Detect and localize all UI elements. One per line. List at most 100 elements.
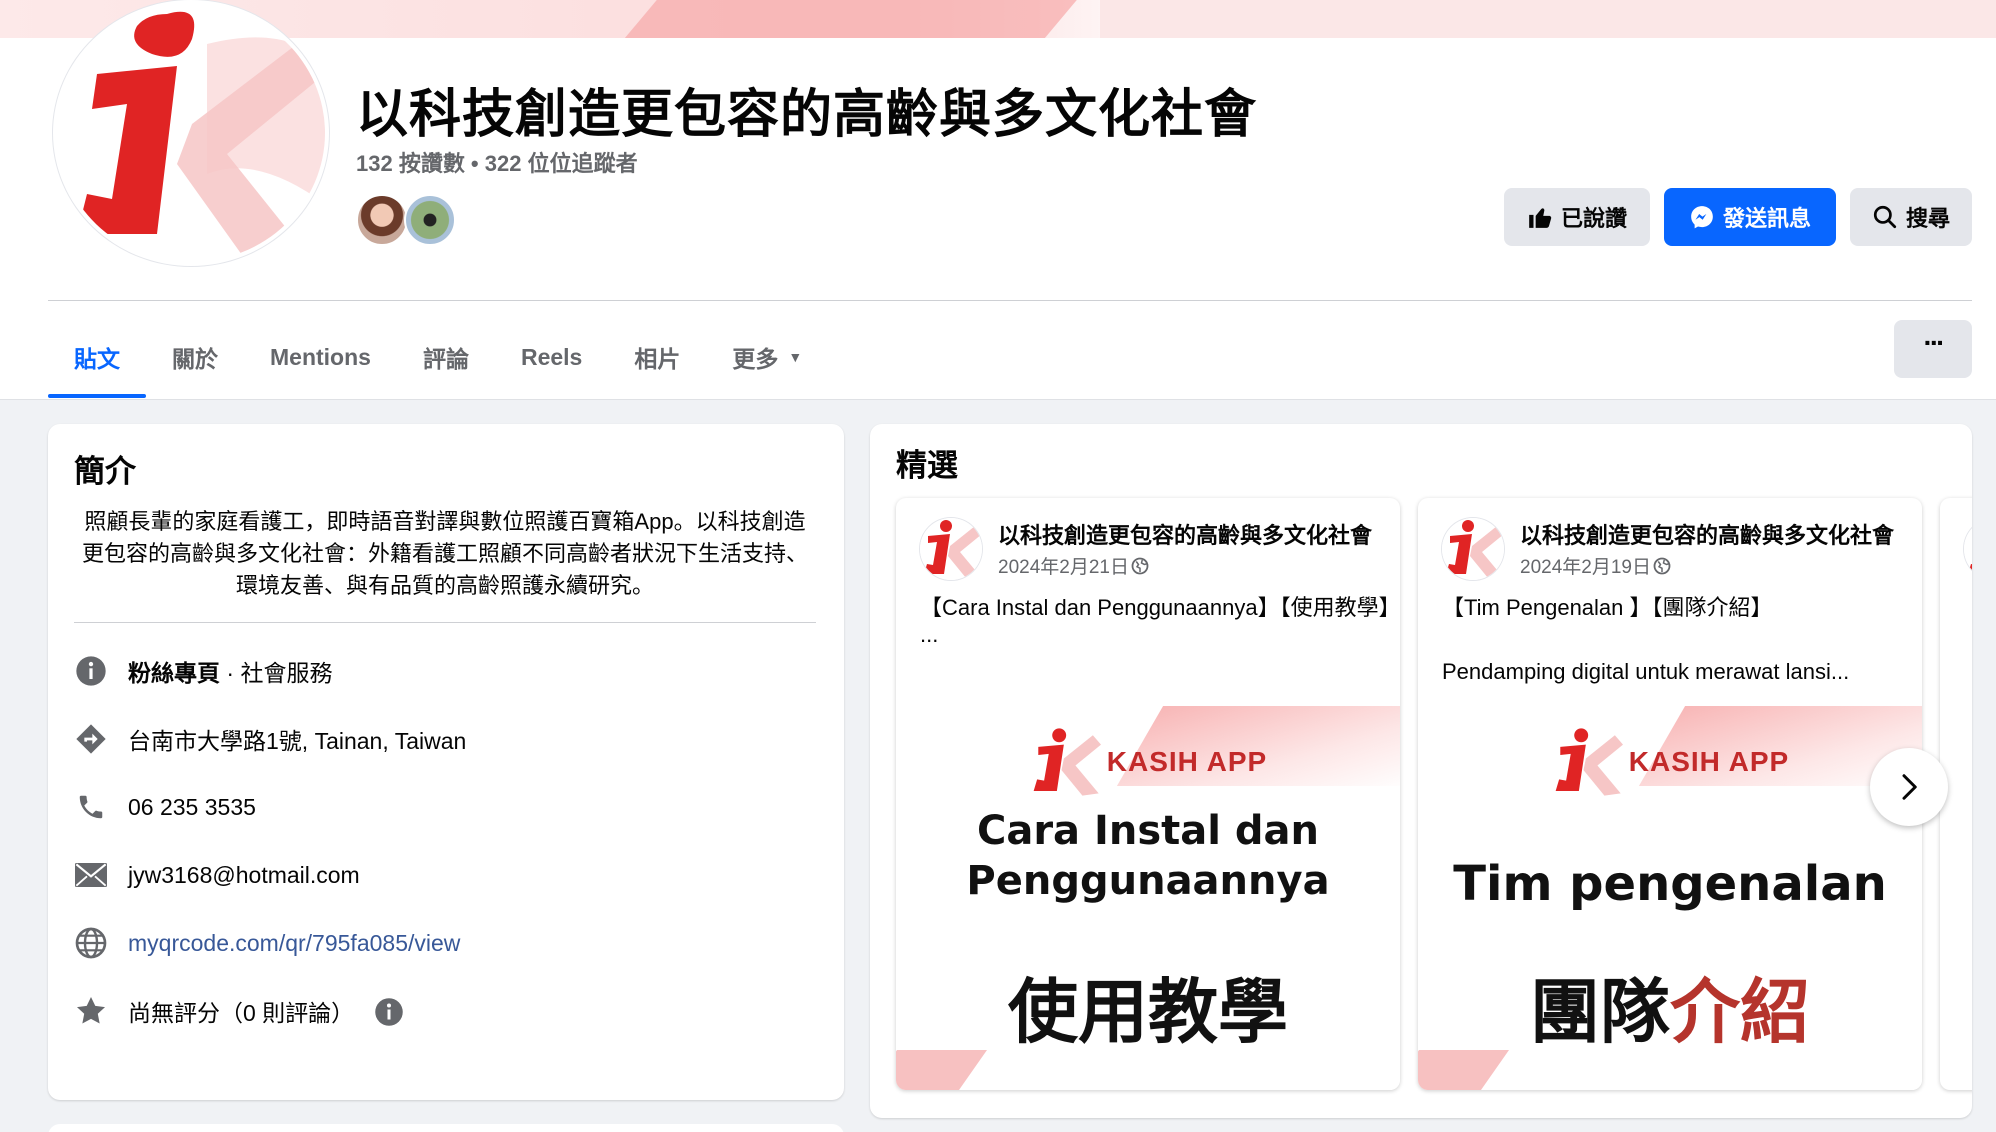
post-text-line: 【Tim Pengenalan 】【團隊介紹】 <box>1442 595 1773 620</box>
image-brand: KASIH APP <box>896 726 1400 798</box>
chevron-right-icon <box>1902 774 1917 800</box>
post-date-text: 2024年2月19日 <box>1520 557 1651 578</box>
featured-title: 精選 <box>896 448 958 483</box>
post-author-avatar[interactable] <box>1442 518 1504 580</box>
post-text: 【Cara Instal dan Penggunaannya】【使用教學】 ..… <box>920 592 1400 647</box>
more-options-button[interactable]: ··· <box>1894 320 1972 378</box>
website-link[interactable]: myqrcode.com/qr/795fa085/view <box>128 930 460 957</box>
next-card-edge <box>48 1124 844 1132</box>
category-rest: · 社會服務 <box>220 660 333 686</box>
email-row[interactable]: jyw3168@hotmail.com <box>74 858 360 892</box>
tab-label: 關於 <box>172 346 218 372</box>
post-author-name[interactable]: 以科技創造更包容的高齡與多文化社會 <box>1520 518 1920 550</box>
star-icon <box>74 994 108 1028</box>
friend-avatars[interactable] <box>356 194 456 246</box>
zh-red: 介紹 <box>1670 973 1810 1051</box>
category-text: 粉絲專頁 · 社會服務 <box>128 654 332 688</box>
featured-card: 精選 以科技創造更包容的高齡與多文化社會 2024年2月21日 【Cara In… <box>870 424 1972 1118</box>
page-tabs: 貼文 關於 Mentions 評論 Reels 相片 更多 ▼ <box>48 316 828 398</box>
tab-mentions[interactable]: Mentions <box>244 316 397 398</box>
ik-logo-icon <box>920 518 982 580</box>
intro-divider <box>74 622 816 623</box>
intro-bio: 照顧長輩的家庭看護工，即時語音對譯與數位照護百寶箱App。以科技創造更包容的高齡… <box>81 509 808 598</box>
headline-line: Penggunaannya <box>966 858 1330 904</box>
post-image[interactable]: KASIH APP Tim pengenalan 團隊介紹 <box>1418 706 1922 1090</box>
address-row[interactable]: 台南市大學路1號, Tainan, Taiwan <box>74 722 466 756</box>
website-row[interactable]: myqrcode.com/qr/795fa085/view <box>74 926 460 960</box>
globe-icon <box>74 926 108 960</box>
post-author-name[interactable]: 以科技創造更包容的高齡與多文化社會 <box>998 518 1398 550</box>
post-text: 【Tim Pengenalan 】【團隊介紹】 Pendamping digit… <box>1442 592 1912 688</box>
globe-privacy-icon <box>1653 557 1671 574</box>
image-chinese-title: 使用教學 <box>1008 973 1288 1051</box>
email-text: jyw3168@hotmail.com <box>128 861 360 888</box>
ik-logo-icon <box>1033 728 1101 796</box>
post-author-avatar[interactable] <box>1964 518 1972 580</box>
post-date[interactable]: 2024年2月21日 <box>998 552 1149 579</box>
ik-logo-icon <box>1442 518 1504 580</box>
post-author-avatar[interactable] <box>920 518 982 580</box>
info-icon[interactable] <box>374 996 404 1026</box>
carousel-next-button[interactable] <box>1870 748 1948 826</box>
brand-text: KASIH APP <box>1628 746 1790 777</box>
phone-text: 06 235 3535 <box>128 793 256 820</box>
tab-label: Mentions <box>270 343 371 370</box>
page-avatar[interactable] <box>53 0 329 266</box>
tab-label: 相片 <box>634 346 681 372</box>
image-brand: KASIH APP <box>1418 726 1922 798</box>
rating-row: 尚無評分（0 則評論） <box>74 994 404 1028</box>
brand-text: KASIH APP <box>1106 746 1268 777</box>
rating-text: 尚無評分（0 則評論） <box>128 1000 355 1026</box>
search-button[interactable]: 搜尋 <box>1850 188 1972 246</box>
tab-reviews[interactable]: 評論 <box>397 316 495 398</box>
friend-avatar[interactable] <box>404 194 456 246</box>
tab-posts[interactable]: 貼文 <box>48 316 146 398</box>
phone-row[interactable]: 06 235 3535 <box>74 790 256 824</box>
caret-down-icon: ▼ <box>788 349 803 365</box>
directions-icon <box>74 722 108 756</box>
thumbs-up-icon <box>1529 208 1552 228</box>
ik-logo-icon <box>1964 518 1972 580</box>
zh-black: 團隊 <box>1530 973 1670 1051</box>
page-header: 以科技創造更包容的高齡與多文化社會 132 按讚數 • 322 位位追蹤者 已說… <box>0 0 1996 400</box>
post-text-line: Pendamping digital untuk merawat lansi..… <box>1442 659 1850 684</box>
liked-button[interactable]: 已說讚 <box>1504 188 1650 246</box>
globe-privacy-icon <box>1131 557 1149 574</box>
intro-card: 簡介 照顧長輩的家庭看護工，即時語音對譯與數位照護百寶箱App。以科技創造更包容… <box>48 424 844 1100</box>
post-date[interactable]: 2024年2月19日 <box>1520 552 1671 579</box>
page-title: 以科技創造更包容的高齡與多文化社會 <box>356 86 1258 144</box>
tab-reels[interactable]: Reels <box>495 316 608 398</box>
tab-about[interactable]: 關於 <box>146 316 244 398</box>
category-bold: 粉絲專頁 <box>128 660 220 686</box>
post-date-text: 2024年2月21日 <box>998 557 1129 578</box>
cover-photo[interactable] <box>0 0 1996 38</box>
headline-line: Cara Instal dan <box>976 808 1319 854</box>
intro-title: 簡介 <box>74 454 136 489</box>
featured-post[interactable]: 以科技創造更包容的高齡與多文化社會 2024年2月19日 【Tim Pengen… <box>1418 498 1922 1090</box>
tab-label: Reels <box>520 343 583 370</box>
image-headline: Tim pengenalan <box>1453 856 1887 912</box>
send-message-label: 發送訊息 <box>1722 206 1811 231</box>
liked-label: 已說讚 <box>1560 206 1627 231</box>
header-divider <box>48 300 1972 301</box>
tab-photos[interactable]: 相片 <box>608 316 706 398</box>
send-message-button[interactable]: 發送訊息 <box>1664 188 1836 246</box>
image-headline: Cara Instal dan Penggunaannya <box>896 806 1400 906</box>
post-text-line: 【Cara Instal dan Penggunaannya】【使用教學】 <box>920 595 1400 620</box>
mail-icon <box>74 858 108 892</box>
friend-avatar[interactable] <box>356 194 408 246</box>
post-image[interactable]: KASIH APP Cara Instal dan Penggunaannya … <box>896 706 1400 1090</box>
ik-logo-icon <box>62 4 325 262</box>
post-text-ellipsis: ... <box>920 622 939 647</box>
search-icon <box>1873 205 1897 229</box>
ik-logo-icon <box>1555 728 1623 796</box>
search-label: 搜尋 <box>1905 206 1950 231</box>
tab-more[interactable]: 更多 ▼ <box>706 316 828 398</box>
tab-label: 更多 <box>732 346 779 372</box>
messenger-icon <box>1691 206 1713 229</box>
tab-label: 評論 <box>422 346 469 372</box>
category-row: 粉絲專頁 · 社會服務 <box>74 654 332 688</box>
featured-post[interactable]: 以科技創造更包容的高齡與多文化社會 2024年2月21日 【Cara Insta… <box>896 498 1400 1090</box>
phone-icon <box>74 790 108 824</box>
page-stats[interactable]: 132 按讚數 • 322 位位追蹤者 <box>356 146 638 178</box>
